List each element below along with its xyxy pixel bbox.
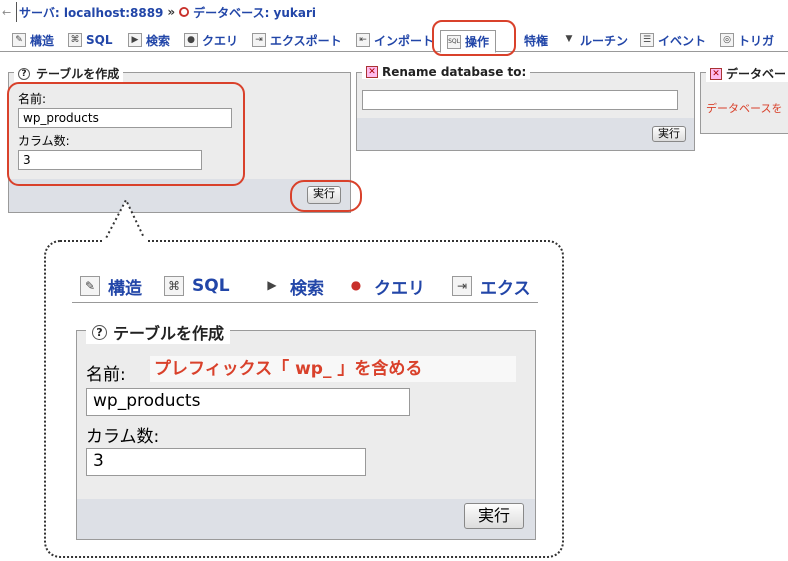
tab-label: クエリ: [374, 278, 425, 299]
prefix-annotation: プレフィックス「 wp_ 」を含める: [150, 356, 516, 382]
tab-label: エクス: [480, 278, 531, 299]
zoom-name-label: 名前:: [86, 365, 126, 385]
tab-label: 検索: [290, 278, 324, 299]
zoom-tab-sql: ⌘ SQL: [164, 272, 230, 300]
zoom-legend-title: テーブルを作成: [113, 324, 225, 343]
callout-pointer-join: [104, 238, 148, 244]
search-icon: ▶: [267, 278, 277, 292]
tab-label: SQL: [192, 276, 230, 296]
zoom-tab-structure: ✎ 構造: [80, 272, 142, 300]
tab-label: 構造: [108, 278, 142, 299]
zoom-tab-export: ⇥ エクス: [452, 272, 531, 300]
zoom-go-button: 実行: [464, 503, 524, 529]
export-icon: ⇥: [452, 276, 472, 296]
zoom-columns-input: 3: [86, 448, 366, 476]
zoom-tab-underline: [72, 302, 538, 303]
zoom-tab-search: ▶ 検索: [262, 272, 324, 300]
query-icon: ●: [350, 278, 362, 292]
zoom-legend: ? テーブルを作成: [86, 320, 231, 344]
structure-icon: ✎: [80, 276, 100, 296]
zoom-name-input: wp_products: [86, 388, 410, 416]
sql-icon: ⌘: [164, 276, 184, 296]
help-icon: ?: [92, 324, 107, 340]
zoom-columns-label: カラム数:: [86, 427, 160, 447]
zoom-tab-query: ● クエリ: [346, 272, 425, 300]
